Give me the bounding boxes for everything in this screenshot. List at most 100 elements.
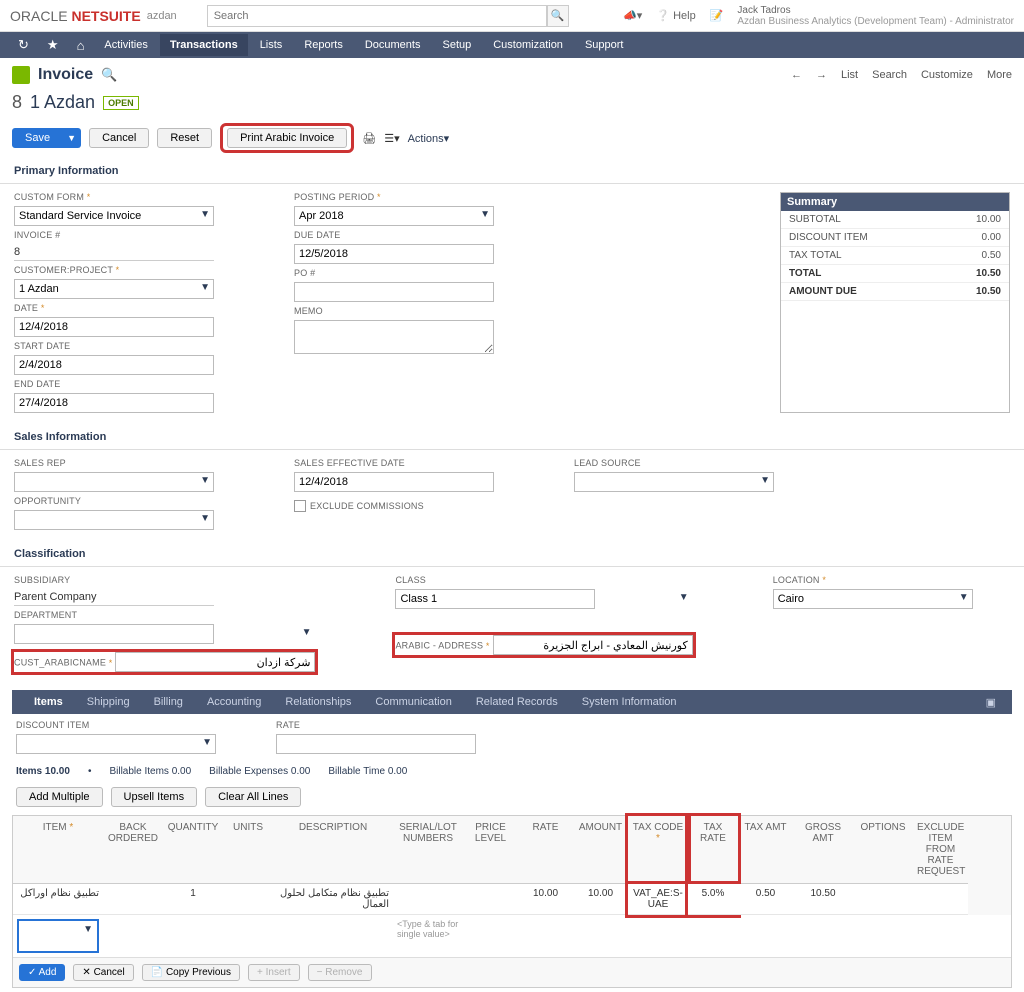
item-summary-bar: Items 10.00• Billable Items 0.00 Billabl… bbox=[0, 760, 1024, 783]
save-button[interactable]: Save bbox=[12, 128, 63, 148]
customer-project-label: CUSTOMER:PROJECT bbox=[14, 265, 214, 275]
date-label: DATE bbox=[14, 303, 214, 313]
cancel-button[interactable]: Cancel bbox=[89, 128, 149, 148]
tab-related[interactable]: Related Records bbox=[464, 692, 570, 712]
clear-lines-button[interactable]: Clear All Lines bbox=[205, 787, 301, 807]
end-date-field[interactable] bbox=[14, 393, 214, 413]
opportunity-field[interactable] bbox=[14, 510, 214, 530]
section-class-title: Classification bbox=[0, 542, 1024, 567]
end-date-label: END DATE bbox=[14, 379, 214, 389]
quick-search-icon[interactable]: 🔍 bbox=[101, 67, 117, 83]
favorites-icon[interactable]: ★ bbox=[39, 37, 67, 53]
global-search-input[interactable] bbox=[207, 5, 547, 27]
summary-header: Summary bbox=[781, 193, 1009, 211]
salesrep-field[interactable] bbox=[14, 472, 214, 492]
user-menu[interactable]: Jack Tadros Azdan Business Analytics (De… bbox=[737, 5, 1014, 27]
nav-support[interactable]: Support bbox=[575, 34, 634, 56]
due-date-label: DUE DATE bbox=[294, 230, 494, 240]
tab-billing[interactable]: Billing bbox=[142, 692, 195, 712]
subsidiary-label: SUBSIDIARY bbox=[14, 575, 315, 585]
brand-logo: ORACLE NETSUITE bbox=[10, 8, 141, 24]
home-icon[interactable]: ⌂ bbox=[69, 38, 93, 53]
memo-field[interactable] bbox=[294, 320, 494, 354]
start-date-field[interactable] bbox=[14, 355, 214, 375]
location-field[interactable] bbox=[773, 589, 973, 609]
back-icon[interactable]: ← bbox=[791, 69, 802, 81]
sales-eff-field[interactable] bbox=[294, 472, 494, 492]
grid-edit-row[interactable]: ▼ <Type & tab for single value> bbox=[13, 915, 1011, 957]
tab-shipping[interactable]: Shipping bbox=[75, 692, 142, 712]
nav-activities[interactable]: Activities bbox=[94, 34, 157, 56]
arabic-address-field[interactable] bbox=[493, 635, 693, 655]
section-sales-title: Sales Information bbox=[0, 425, 1024, 450]
customize-link[interactable]: Customize bbox=[921, 69, 973, 81]
memo-label: MEMO bbox=[294, 306, 494, 316]
invoice-no-value: 8 bbox=[14, 244, 214, 261]
exclude-comm-label: EXCLUDE COMMISSIONS bbox=[310, 501, 424, 511]
class-field[interactable] bbox=[395, 589, 595, 609]
date-field[interactable] bbox=[14, 317, 214, 337]
tab-accounting[interactable]: Accounting bbox=[195, 692, 273, 712]
list-link[interactable]: List bbox=[841, 69, 858, 81]
start-date-label: START DATE bbox=[14, 341, 214, 351]
po-label: PO # bbox=[294, 268, 494, 278]
customer-project-field[interactable] bbox=[14, 279, 214, 299]
nav-reports[interactable]: Reports bbox=[294, 34, 353, 56]
tab-relationships[interactable]: Relationships bbox=[273, 692, 363, 712]
posting-period-field[interactable] bbox=[294, 206, 494, 226]
primary-nav: ↻ ★ ⌂ Activities Transactions Lists Repo… bbox=[0, 32, 1024, 58]
tab-communication[interactable]: Communication bbox=[363, 692, 463, 712]
nav-customization[interactable]: Customization bbox=[483, 34, 573, 56]
upsell-button[interactable]: Upsell Items bbox=[111, 787, 198, 807]
leadsource-field[interactable] bbox=[574, 472, 774, 492]
grid-row[interactable]: تطبيق نظام اوراكل 1 تطبيق نظام متكامل لح… bbox=[13, 884, 1011, 915]
tab-items[interactable]: Items bbox=[22, 692, 75, 712]
record-type-icon bbox=[12, 66, 30, 84]
po-field[interactable] bbox=[294, 282, 494, 302]
record-id: 8 bbox=[12, 92, 22, 113]
cust-arabicname-field[interactable] bbox=[115, 652, 315, 672]
add-multiple-button[interactable]: Add Multiple bbox=[16, 787, 103, 807]
nav-lists[interactable]: Lists bbox=[250, 34, 293, 56]
department-field[interactable] bbox=[14, 624, 214, 644]
section-primary-title: Primary Information bbox=[0, 159, 1024, 184]
grid-copy-button[interactable]: 📄 Copy Previous bbox=[142, 964, 240, 981]
cust-arabicname-label: CUST_ARABICNAME bbox=[14, 658, 112, 668]
exclude-comm-checkbox[interactable] bbox=[294, 500, 306, 512]
grid-remove-button: − Remove bbox=[308, 964, 372, 981]
rate-label: RATE bbox=[276, 720, 476, 730]
grid-insert-button: + Insert bbox=[248, 964, 300, 981]
chevron-down-icon: ▼ bbox=[302, 627, 312, 638]
reset-button[interactable]: Reset bbox=[157, 128, 212, 148]
actions-menu[interactable]: Actions▾ bbox=[408, 132, 450, 145]
arabic-address-label: ARABIC - ADDRESS bbox=[395, 641, 489, 651]
tab-expand-icon[interactable]: ▣ bbox=[980, 696, 1002, 709]
help-link[interactable]: ❔ Help bbox=[656, 9, 695, 22]
feedback-icon[interactable]: 📝 bbox=[710, 9, 724, 22]
status-badge: OPEN bbox=[103, 96, 139, 110]
save-dropdown[interactable]: ▼ bbox=[63, 128, 81, 148]
grid-cancel-button[interactable]: ✕ Cancel bbox=[73, 964, 133, 981]
search-button[interactable]: 🔍 bbox=[547, 5, 569, 27]
custom-form-field[interactable] bbox=[14, 206, 214, 226]
partner-logo: azdan bbox=[147, 10, 177, 22]
opportunity-label: OPPORTUNITY bbox=[14, 496, 214, 506]
print-icon[interactable]: 🖨 bbox=[362, 132, 376, 145]
forward-icon[interactable]: → bbox=[816, 69, 827, 81]
nav-setup[interactable]: Setup bbox=[432, 34, 481, 56]
notifications-icon[interactable]: 📣▾ bbox=[623, 9, 642, 22]
due-date-field[interactable] bbox=[294, 244, 494, 264]
more-link[interactable]: More bbox=[987, 69, 1012, 81]
grid-add-button[interactable]: ✓ Add bbox=[19, 964, 65, 981]
sublist-tabs: Items Shipping Billing Accounting Relati… bbox=[12, 690, 1012, 714]
recent-icon[interactable]: ↻ bbox=[10, 37, 37, 53]
search-link[interactable]: Search bbox=[872, 69, 907, 81]
more-actions-icon[interactable]: ☰▾ bbox=[384, 132, 399, 145]
print-arabic-button[interactable]: Print Arabic Invoice bbox=[227, 128, 347, 148]
discount-item-field[interactable] bbox=[16, 734, 216, 754]
nav-transactions[interactable]: Transactions bbox=[160, 34, 248, 56]
nav-documents[interactable]: Documents bbox=[355, 34, 431, 56]
rate-field[interactable] bbox=[276, 734, 476, 754]
highlight-print-arabic: Print Arabic Invoice bbox=[220, 123, 354, 153]
tab-sysinfo[interactable]: System Information bbox=[570, 692, 689, 712]
